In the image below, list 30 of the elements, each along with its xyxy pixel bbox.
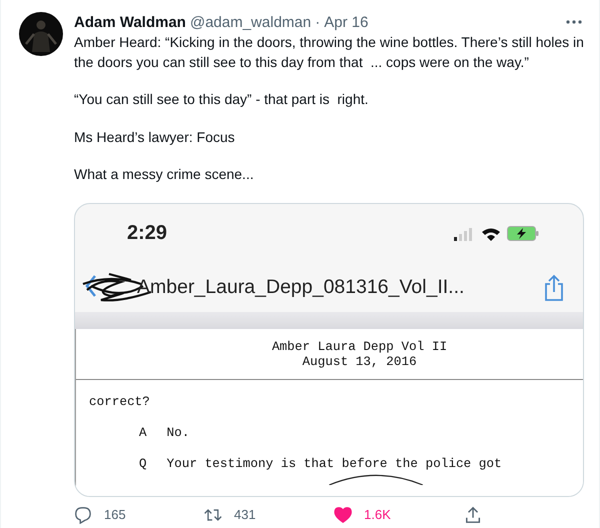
transcript-line: Your testimony is that before the police got [166,456,502,470]
document-heading: August 13, 2016 [302,354,417,368]
reply-count: 165 [104,507,126,522]
heart-icon[interactable] [334,506,352,524]
wifi-icon [481,226,501,240]
tweet-text: “You can still see to this day” - that part is right. [74,90,370,109]
status-time: 2:29 [127,222,168,245]
share-icon[interactable] [543,274,565,302]
battery-icon [507,226,539,241]
document-title: Amber_Laura_Depp_081316_Vol_II... [137,276,464,299]
share-icon[interactable] [464,506,482,524]
author-name[interactable]: Adam Waldman [74,14,186,30]
speaker-label: A [139,424,147,440]
transcript-line: No. [166,424,190,440]
transcript-line: correct? [89,394,150,408]
author-handle[interactable]: @adam_waldman [190,14,312,30]
tweet-text: What a messy crime scene... [74,165,255,184]
tweet-date[interactable]: Apr 16 [324,14,368,30]
reply-icon[interactable] [74,506,92,524]
like-count: 1.6K [364,507,391,522]
tweet-text: Amber Heard: “Kicking in the doors, throwing the wine bottles. There’s still holes in the doors you can still see to this day from that ... cops were on the way.” [74,33,584,72]
speaker-label: Q [139,456,147,470]
attached-screenshot[interactable]: 2:29 Amber_Laura_Depp_081316_Vol_II... Amber Laura Depp Vol II August 13, 2016 correct? A No. Q Your testimony is that before the police got [74,202,584,496]
separator-dot: · [315,14,320,30]
document-heading: Amber Laura Depp Vol II [272,338,448,354]
tweet-text: Ms Heard’s lawyer: Focus [74,128,236,147]
avatar[interactable] [19,12,63,56]
retweet-count: 431 [234,507,256,522]
signal-icon [453,226,475,240]
more-icon[interactable] [566,20,582,24]
